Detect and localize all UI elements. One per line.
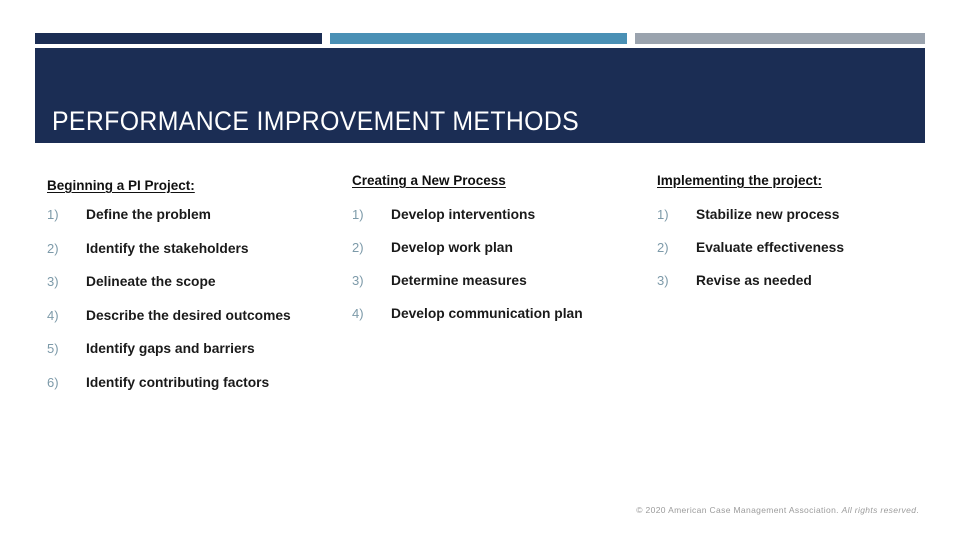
list-item-number: 4) [47,307,59,323]
title-banner: PERFORMANCE IMPROVEMENT METHODS [35,48,925,143]
list-item-number: 1) [657,207,669,223]
numbered-list: 1) Define the problem 2) Identify the st… [47,205,347,393]
list-item-number: 2) [657,240,669,256]
list-item-number: 3) [657,273,669,289]
list-item: 2) Identify the stakeholders [47,239,347,259]
list-item-number: 3) [47,274,59,290]
list-item: 2) Evaluate effectiveness [657,238,937,258]
list-item-text: Identify gaps and barriers [86,341,255,357]
list-item: 3) Revise as needed [657,271,937,291]
list-item-number: 4) [352,306,364,322]
list-item: 4) Develop communication plan [352,304,652,324]
column-creating-a-new-process: Creating a New Process 1) Develop interv… [352,160,652,337]
list-item-text: Develop work plan [391,240,513,256]
list-item-text: Identify the stakeholders [86,240,249,256]
list-item-text: Develop interventions [391,207,536,223]
footer-copyright: © 2020 American Case Management Associat… [0,505,919,515]
footer-period: . [916,505,919,515]
numbered-list: 1) Stabilize new process 2) Evaluate eff… [657,205,937,291]
column-header: Implementing the project: [657,173,823,188]
list-item-number: 1) [47,207,59,223]
list-item-number: 1) [352,207,364,223]
column-header: Creating a New Process [352,173,506,188]
accent-bar-gray [635,33,925,44]
list-item-text: Determine measures [391,273,527,289]
column-beginning-a-pi-project: Beginning a PI Project: 1) Define the pr… [47,160,347,406]
list-item: 5) Identify gaps and barriers [47,339,347,359]
list-item-number: 3) [352,273,364,289]
list-item-number: 5) [47,341,59,357]
list-item-text: Identify contributing factors [86,374,270,390]
copyright-text: © 2020 American Case Management Associat… [636,505,839,515]
column-header: Beginning a PI Project: [47,178,195,193]
rights-reserved-text: All rights reserved [841,505,917,515]
list-item: 1) Develop interventions [352,205,652,225]
list-item-number: 2) [47,240,59,256]
list-item-text: Delineate the scope [86,274,216,290]
list-item: 1) Stabilize new process [657,205,937,225]
list-item: 1) Define the problem [47,205,347,225]
list-item: 4) Describe the desired outcomes [47,306,347,326]
list-item: 3) Determine measures [352,271,652,291]
list-item-text: Describe the desired outcomes [86,307,291,323]
list-item-text: Define the problem [86,207,211,223]
accent-bar-navy [35,33,322,44]
accent-bar-blue [330,33,627,44]
list-item: 2) Develop work plan [352,238,652,258]
slide-title: PERFORMANCE IMPROVEMENT METHODS [52,106,580,136]
list-item-text: Stabilize new process [696,207,840,223]
list-item-number: 6) [47,374,59,390]
list-item-number: 2) [352,240,364,256]
numbered-list: 1) Develop interventions 2) Develop work… [352,205,652,324]
column-implementing-the-project: Implementing the project: 1) Stabilize n… [657,160,937,304]
slide: PERFORMANCE IMPROVEMENT METHODS Beginnin… [0,0,960,540]
list-item-text: Revise as needed [696,273,812,289]
list-item-text: Evaluate effectiveness [696,240,845,256]
list-item: 3) Delineate the scope [47,272,347,292]
list-item-text: Develop communication plan [391,306,583,322]
list-item: 6) Identify contributing factors [47,373,347,393]
